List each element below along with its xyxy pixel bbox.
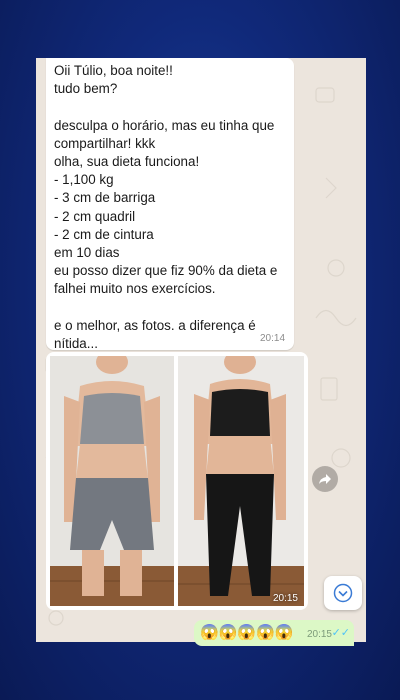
message-line: - 3 cm de barriga — [54, 190, 156, 206]
before-photo[interactable] — [50, 356, 174, 606]
message-line: falhei muito nos exercícios. — [54, 281, 216, 297]
message-line: olha, sua dieta funciona! — [54, 154, 200, 169]
read-receipt-icon: ✓✓ — [331, 627, 350, 639]
message-line-blank — [54, 299, 298, 317]
outgoing-emojis: 😱😱😱😱😱 — [200, 624, 294, 641]
message-line: Oii Túlio, boa noite!! — [54, 63, 173, 78]
message-line: em 10 dias — [54, 245, 120, 261]
message-line: - 2 cm quadril — [54, 208, 136, 224]
after-photo-image — [178, 356, 304, 606]
message-line-blank — [54, 98, 298, 116]
message-line: desculpa o horário, mas eu tinha que — [54, 117, 275, 133]
photo-timestamp: 20:15 — [272, 593, 298, 604]
scroll-to-bottom-button[interactable] — [324, 576, 362, 610]
outgoing-message-bubble: 😱😱😱😱😱 20:15 ✓✓ — [194, 620, 354, 646]
message-text: Oii Túlio, boa noite!! tudo bem? desculp… — [52, 60, 308, 351]
forward-arrow-icon — [319, 474, 331, 484]
message-line: compartilhar! kkk — [54, 135, 156, 151]
message-line: eu posso dizer que fiz 90% da dieta e — [54, 263, 278, 279]
message-timestamp: 20:14 — [260, 333, 286, 344]
message-line: tudo bem? — [54, 81, 118, 97]
photo-message-bubble[interactable]: 20:15 — [46, 352, 308, 610]
message-line: - 2 cm de cintura — [54, 226, 154, 242]
message-line: - 1,100 kg — [54, 172, 114, 188]
chevron-down-icon — [333, 583, 353, 603]
after-photo[interactable] — [178, 356, 304, 606]
outgoing-timestamp: 20:15 — [306, 629, 332, 640]
before-photo-image — [50, 356, 174, 606]
forward-button[interactable] — [312, 466, 338, 492]
